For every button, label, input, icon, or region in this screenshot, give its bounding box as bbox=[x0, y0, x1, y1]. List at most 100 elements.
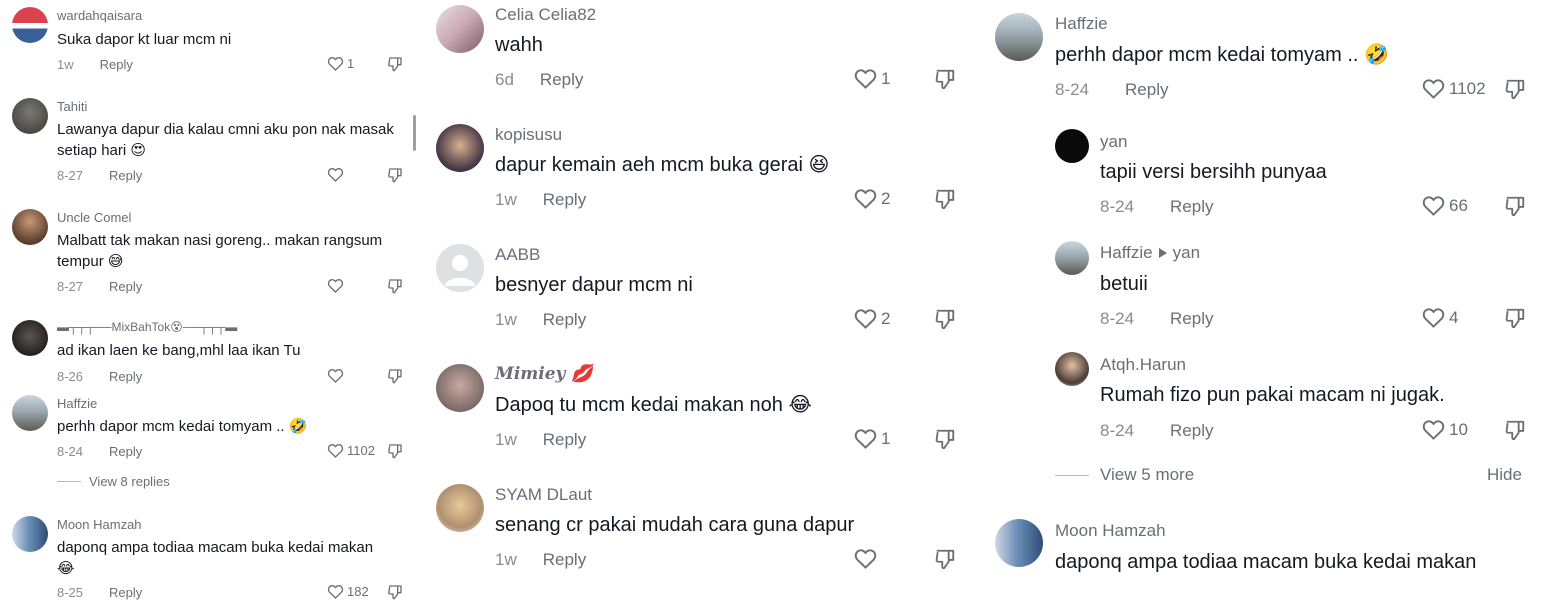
dislike-button[interactable] bbox=[387, 443, 403, 459]
dislike-button[interactable] bbox=[934, 308, 956, 330]
heart-outline-icon bbox=[854, 188, 877, 209]
reply-button[interactable]: Reply bbox=[109, 279, 142, 294]
avatar[interactable] bbox=[436, 5, 484, 53]
reply-button[interactable]: Reply bbox=[109, 168, 142, 183]
avatar[interactable] bbox=[1055, 241, 1089, 275]
comment-username[interactable]: SYAM DLaut bbox=[495, 485, 592, 505]
dislike-button[interactable] bbox=[934, 68, 956, 90]
thumbs-down-icon bbox=[1504, 195, 1526, 217]
like-button[interactable]: 1 bbox=[854, 68, 890, 89]
dislike-button[interactable] bbox=[1504, 307, 1526, 329]
avatar[interactable] bbox=[12, 516, 48, 552]
reply-button[interactable]: Reply bbox=[109, 369, 142, 384]
reply-button[interactable]: Reply bbox=[1170, 309, 1213, 329]
comment-username[interactable]: Tahiti bbox=[57, 99, 87, 114]
comment-emoji: 😍 bbox=[130, 142, 147, 159]
dislike-button[interactable] bbox=[934, 548, 956, 570]
view-replies-button[interactable]: View 8 replies bbox=[57, 474, 170, 489]
scrollbar-thumb[interactable] bbox=[413, 115, 416, 151]
like-button[interactable]: 1 bbox=[854, 428, 890, 449]
avatar[interactable] bbox=[436, 244, 484, 292]
like-button[interactable]: 2 bbox=[854, 188, 890, 209]
view-more-button[interactable]: View 5 more bbox=[1055, 465, 1194, 485]
comment-username[interactable]: AABB bbox=[495, 245, 540, 265]
reply-button[interactable]: Reply bbox=[1170, 197, 1213, 217]
avatar[interactable] bbox=[12, 7, 48, 43]
comment-text-content: Rumah fizo pun pakai macam ni jugak. bbox=[1100, 384, 1445, 406]
dislike-button[interactable] bbox=[934, 188, 956, 210]
comment-username[interactable]: Haffzie yan bbox=[1100, 243, 1200, 263]
comment-emoji: 😆 bbox=[808, 154, 830, 176]
comment-time: 8-26 bbox=[57, 369, 84, 384]
like-button[interactable]: 4 bbox=[1422, 307, 1458, 328]
heart-outline-icon bbox=[1422, 419, 1445, 440]
comment-text-content: tapii versi bersihh punyaa bbox=[1100, 161, 1327, 183]
dislike-button[interactable] bbox=[387, 167, 403, 183]
reply-button[interactable]: Reply bbox=[109, 585, 142, 600]
reply-button[interactable]: Reply bbox=[1170, 421, 1213, 441]
avatar[interactable] bbox=[436, 484, 484, 532]
comment-username[interactable]: kopisusu bbox=[495, 125, 562, 145]
comment-text: besnyer dapur mcm ni bbox=[495, 272, 935, 298]
comment-text-content: Lawanya dapur dia kalau cmni aku pon nak… bbox=[57, 121, 394, 159]
dislike-button[interactable] bbox=[387, 56, 403, 72]
dislike-button[interactable] bbox=[387, 368, 403, 384]
avatar[interactable] bbox=[12, 98, 48, 134]
comment-time: 1w bbox=[495, 430, 517, 449]
dislike-button[interactable] bbox=[1504, 419, 1526, 441]
like-button[interactable] bbox=[327, 167, 347, 182]
dislike-button[interactable] bbox=[1504, 195, 1526, 217]
comment-username[interactable]: Mimiey 💋 bbox=[495, 364, 593, 384]
thumbs-down-icon bbox=[387, 56, 403, 72]
comment-username[interactable]: yan bbox=[1100, 132, 1127, 152]
dislike-button[interactable] bbox=[934, 428, 956, 450]
comment-text: dapur kemain aeh mcm buka gerai 😆 bbox=[495, 152, 935, 178]
comment-meta: 1w Reply bbox=[495, 190, 586, 210]
comment-username[interactable]: ▬┬┬┬──MixBahTok😵──┬┬┬▬ bbox=[57, 320, 237, 334]
like-button[interactable]: 66 bbox=[1422, 195, 1468, 216]
hide-button[interactable]: Hide bbox=[1487, 465, 1522, 485]
like-button[interactable]: 1 bbox=[327, 56, 354, 71]
comment-text-content: perhh dapor mcm kedai tomyam .. bbox=[1055, 44, 1359, 66]
avatar[interactable] bbox=[995, 13, 1043, 61]
reply-button[interactable]: Reply bbox=[543, 310, 586, 330]
reply-button[interactable]: Reply bbox=[1125, 80, 1168, 100]
reply-button[interactable]: Reply bbox=[540, 70, 583, 90]
dislike-button[interactable] bbox=[387, 584, 403, 600]
avatar[interactable] bbox=[995, 519, 1043, 567]
avatar[interactable] bbox=[436, 364, 484, 412]
reply-button[interactable]: Reply bbox=[543, 190, 586, 210]
avatar[interactable] bbox=[12, 209, 48, 245]
avatar[interactable] bbox=[436, 124, 484, 172]
reply-to-username[interactable]: yan bbox=[1173, 243, 1200, 263]
like-button[interactable]: 10 bbox=[1422, 419, 1468, 440]
avatar[interactable] bbox=[1055, 352, 1089, 386]
avatar[interactable] bbox=[12, 395, 48, 431]
avatar[interactable] bbox=[1055, 129, 1089, 163]
comment-username[interactable]: Haffzie bbox=[57, 396, 97, 411]
dislike-button[interactable] bbox=[387, 278, 403, 294]
dislike-button[interactable] bbox=[1504, 78, 1526, 100]
avatar[interactable] bbox=[12, 320, 48, 356]
comment-username[interactable]: Moon Hamzah bbox=[57, 517, 142, 532]
like-button[interactable] bbox=[327, 278, 347, 293]
like-button[interactable]: 1102 bbox=[327, 443, 375, 458]
like-button[interactable] bbox=[854, 548, 881, 569]
comment-username[interactable]: Moon Hamzah bbox=[1055, 521, 1166, 541]
like-button[interactable] bbox=[327, 368, 347, 383]
like-button[interactable]: 182 bbox=[327, 584, 369, 599]
reply-button[interactable]: Reply bbox=[100, 57, 133, 72]
reply-button[interactable]: Reply bbox=[109, 444, 142, 459]
play-triangle-icon bbox=[1158, 248, 1167, 258]
comment-username[interactable]: wardahqaisara bbox=[57, 8, 142, 23]
like-button[interactable]: 2 bbox=[854, 308, 890, 329]
comment-username[interactable]: Atqh.Harun bbox=[1100, 355, 1186, 375]
comment-username[interactable]: Haffzie bbox=[1055, 14, 1108, 34]
reply-button[interactable]: Reply bbox=[543, 550, 586, 570]
comment-username[interactable]: Uncle Comel bbox=[57, 210, 131, 225]
comment-text: perhh dapor mcm kedai tomyam .. 🤣 bbox=[1055, 42, 1525, 68]
like-button[interactable]: 1102 bbox=[1422, 78, 1486, 99]
comment-username[interactable]: Celia Celia82 bbox=[495, 5, 596, 25]
comment-meta: 1w Reply bbox=[495, 550, 586, 570]
reply-button[interactable]: Reply bbox=[543, 430, 586, 450]
